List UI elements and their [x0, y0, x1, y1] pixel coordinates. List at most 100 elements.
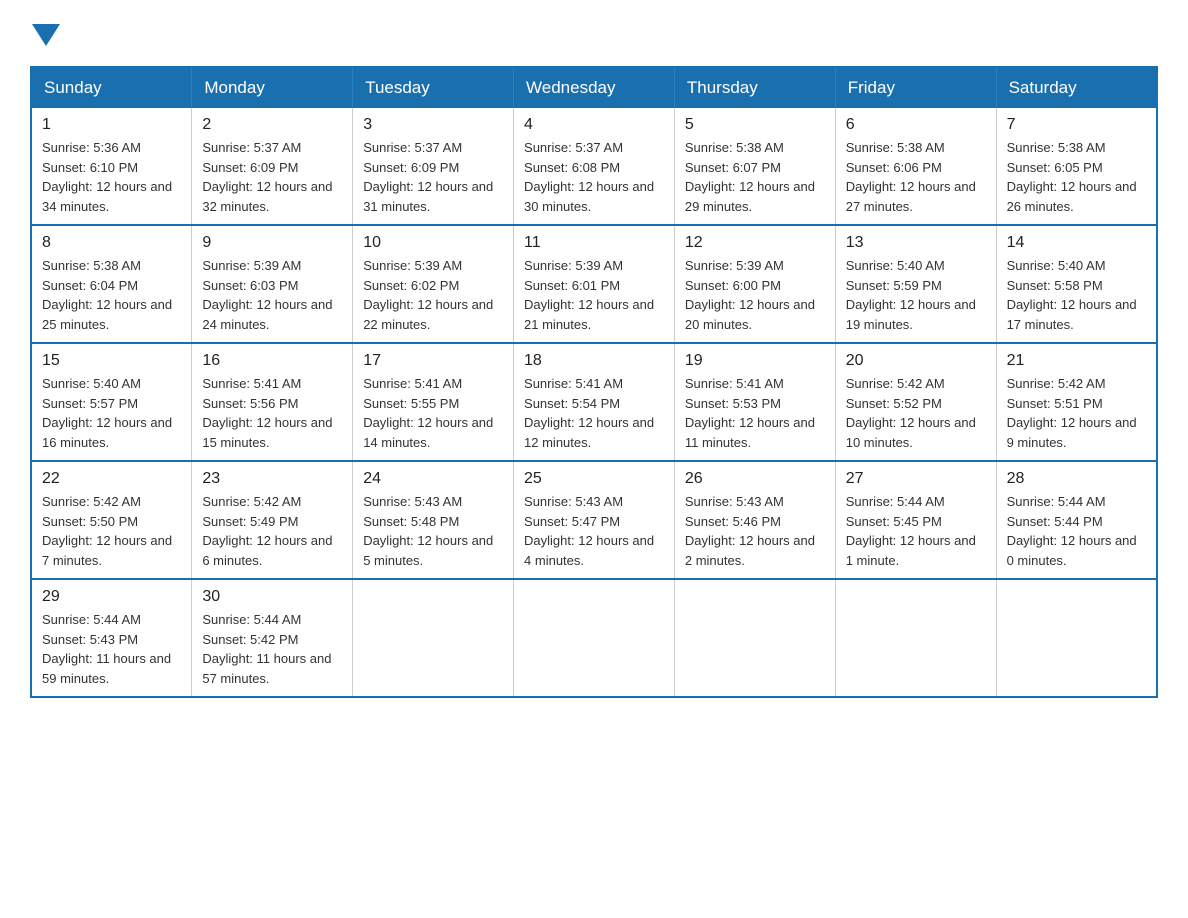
day-number: 10 — [363, 234, 503, 252]
day-number: 15 — [42, 352, 181, 370]
header-thursday: Thursday — [674, 67, 835, 108]
calendar-cell: 25 Sunrise: 5:43 AM Sunset: 5:47 PM Dayl… — [514, 461, 675, 579]
calendar-cell: 3 Sunrise: 5:37 AM Sunset: 6:09 PM Dayli… — [353, 108, 514, 225]
day-info: Sunrise: 5:44 AM Sunset: 5:45 PM Dayligh… — [846, 492, 986, 570]
day-number: 25 — [524, 470, 664, 488]
day-info: Sunrise: 5:42 AM Sunset: 5:50 PM Dayligh… — [42, 492, 181, 570]
calendar-cell — [353, 579, 514, 697]
header-sunday: Sunday — [31, 67, 192, 108]
calendar-cell: 2 Sunrise: 5:37 AM Sunset: 6:09 PM Dayli… — [192, 108, 353, 225]
day-number: 27 — [846, 470, 986, 488]
day-number: 5 — [685, 116, 825, 134]
day-info: Sunrise: 5:42 AM Sunset: 5:51 PM Dayligh… — [1007, 374, 1146, 452]
day-info: Sunrise: 5:44 AM Sunset: 5:43 PM Dayligh… — [42, 610, 181, 688]
header-monday: Monday — [192, 67, 353, 108]
day-info: Sunrise: 5:42 AM Sunset: 5:49 PM Dayligh… — [202, 492, 342, 570]
day-number: 30 — [202, 588, 342, 606]
calendar-table: SundayMondayTuesdayWednesdayThursdayFrid… — [30, 66, 1158, 698]
day-number: 7 — [1007, 116, 1146, 134]
day-info: Sunrise: 5:40 AM Sunset: 5:57 PM Dayligh… — [42, 374, 181, 452]
calendar-cell: 18 Sunrise: 5:41 AM Sunset: 5:54 PM Dayl… — [514, 343, 675, 461]
calendar-cell: 30 Sunrise: 5:44 AM Sunset: 5:42 PM Dayl… — [192, 579, 353, 697]
day-number: 4 — [524, 116, 664, 134]
calendar-cell: 15 Sunrise: 5:40 AM Sunset: 5:57 PM Dayl… — [31, 343, 192, 461]
calendar-cell: 19 Sunrise: 5:41 AM Sunset: 5:53 PM Dayl… — [674, 343, 835, 461]
day-info: Sunrise: 5:39 AM Sunset: 6:02 PM Dayligh… — [363, 256, 503, 334]
day-info: Sunrise: 5:39 AM Sunset: 6:00 PM Dayligh… — [685, 256, 825, 334]
day-info: Sunrise: 5:39 AM Sunset: 6:01 PM Dayligh… — [524, 256, 664, 334]
calendar-cell: 22 Sunrise: 5:42 AM Sunset: 5:50 PM Dayl… — [31, 461, 192, 579]
day-info: Sunrise: 5:40 AM Sunset: 5:59 PM Dayligh… — [846, 256, 986, 334]
week-row-3: 15 Sunrise: 5:40 AM Sunset: 5:57 PM Dayl… — [31, 343, 1157, 461]
day-info: Sunrise: 5:38 AM Sunset: 6:07 PM Dayligh… — [685, 138, 825, 216]
day-info: Sunrise: 5:42 AM Sunset: 5:52 PM Dayligh… — [846, 374, 986, 452]
day-number: 12 — [685, 234, 825, 252]
day-number: 20 — [846, 352, 986, 370]
day-number: 9 — [202, 234, 342, 252]
day-info: Sunrise: 5:43 AM Sunset: 5:47 PM Dayligh… — [524, 492, 664, 570]
calendar-cell: 13 Sunrise: 5:40 AM Sunset: 5:59 PM Dayl… — [835, 225, 996, 343]
calendar-cell: 4 Sunrise: 5:37 AM Sunset: 6:08 PM Dayli… — [514, 108, 675, 225]
header-saturday: Saturday — [996, 67, 1157, 108]
week-row-2: 8 Sunrise: 5:38 AM Sunset: 6:04 PM Dayli… — [31, 225, 1157, 343]
calendar-cell: 5 Sunrise: 5:38 AM Sunset: 6:07 PM Dayli… — [674, 108, 835, 225]
calendar-cell: 6 Sunrise: 5:38 AM Sunset: 6:06 PM Dayli… — [835, 108, 996, 225]
logo-triangle-icon — [32, 24, 60, 46]
day-number: 11 — [524, 234, 664, 252]
day-info: Sunrise: 5:44 AM Sunset: 5:44 PM Dayligh… — [1007, 492, 1146, 570]
day-number: 13 — [846, 234, 986, 252]
week-row-1: 1 Sunrise: 5:36 AM Sunset: 6:10 PM Dayli… — [31, 108, 1157, 225]
day-number: 18 — [524, 352, 664, 370]
day-number: 26 — [685, 470, 825, 488]
logo — [30, 20, 60, 46]
calendar-cell: 28 Sunrise: 5:44 AM Sunset: 5:44 PM Dayl… — [996, 461, 1157, 579]
header-tuesday: Tuesday — [353, 67, 514, 108]
calendar-cell: 9 Sunrise: 5:39 AM Sunset: 6:03 PM Dayli… — [192, 225, 353, 343]
calendar-cell: 24 Sunrise: 5:43 AM Sunset: 5:48 PM Dayl… — [353, 461, 514, 579]
day-number: 17 — [363, 352, 503, 370]
day-info: Sunrise: 5:41 AM Sunset: 5:56 PM Dayligh… — [202, 374, 342, 452]
day-info: Sunrise: 5:44 AM Sunset: 5:42 PM Dayligh… — [202, 610, 342, 688]
day-info: Sunrise: 5:40 AM Sunset: 5:58 PM Dayligh… — [1007, 256, 1146, 334]
day-number: 24 — [363, 470, 503, 488]
day-number: 6 — [846, 116, 986, 134]
header-friday: Friday — [835, 67, 996, 108]
calendar-cell: 12 Sunrise: 5:39 AM Sunset: 6:00 PM Dayl… — [674, 225, 835, 343]
week-row-5: 29 Sunrise: 5:44 AM Sunset: 5:43 PM Dayl… — [31, 579, 1157, 697]
day-number: 21 — [1007, 352, 1146, 370]
day-number: 23 — [202, 470, 342, 488]
day-info: Sunrise: 5:36 AM Sunset: 6:10 PM Dayligh… — [42, 138, 181, 216]
header-wednesday: Wednesday — [514, 67, 675, 108]
day-number: 28 — [1007, 470, 1146, 488]
calendar-cell: 27 Sunrise: 5:44 AM Sunset: 5:45 PM Dayl… — [835, 461, 996, 579]
day-info: Sunrise: 5:37 AM Sunset: 6:09 PM Dayligh… — [202, 138, 342, 216]
calendar-cell: 21 Sunrise: 5:42 AM Sunset: 5:51 PM Dayl… — [996, 343, 1157, 461]
calendar-cell: 26 Sunrise: 5:43 AM Sunset: 5:46 PM Dayl… — [674, 461, 835, 579]
day-number: 19 — [685, 352, 825, 370]
day-number: 2 — [202, 116, 342, 134]
calendar-cell: 8 Sunrise: 5:38 AM Sunset: 6:04 PM Dayli… — [31, 225, 192, 343]
day-number: 29 — [42, 588, 181, 606]
calendar-cell: 16 Sunrise: 5:41 AM Sunset: 5:56 PM Dayl… — [192, 343, 353, 461]
day-info: Sunrise: 5:39 AM Sunset: 6:03 PM Dayligh… — [202, 256, 342, 334]
day-info: Sunrise: 5:43 AM Sunset: 5:48 PM Dayligh… — [363, 492, 503, 570]
calendar-cell: 20 Sunrise: 5:42 AM Sunset: 5:52 PM Dayl… — [835, 343, 996, 461]
day-number: 3 — [363, 116, 503, 134]
calendar-cell — [514, 579, 675, 697]
day-info: Sunrise: 5:38 AM Sunset: 6:05 PM Dayligh… — [1007, 138, 1146, 216]
calendar-cell — [996, 579, 1157, 697]
day-number: 14 — [1007, 234, 1146, 252]
calendar-cell — [835, 579, 996, 697]
calendar-cell: 1 Sunrise: 5:36 AM Sunset: 6:10 PM Dayli… — [31, 108, 192, 225]
page-header — [30, 20, 1158, 46]
calendar-header-row: SundayMondayTuesdayWednesdayThursdayFrid… — [31, 67, 1157, 108]
day-number: 22 — [42, 470, 181, 488]
calendar-cell: 29 Sunrise: 5:44 AM Sunset: 5:43 PM Dayl… — [31, 579, 192, 697]
day-info: Sunrise: 5:37 AM Sunset: 6:09 PM Dayligh… — [363, 138, 503, 216]
day-info: Sunrise: 5:38 AM Sunset: 6:06 PM Dayligh… — [846, 138, 986, 216]
day-info: Sunrise: 5:41 AM Sunset: 5:54 PM Dayligh… — [524, 374, 664, 452]
day-info: Sunrise: 5:37 AM Sunset: 6:08 PM Dayligh… — [524, 138, 664, 216]
day-info: Sunrise: 5:38 AM Sunset: 6:04 PM Dayligh… — [42, 256, 181, 334]
calendar-cell: 17 Sunrise: 5:41 AM Sunset: 5:55 PM Dayl… — [353, 343, 514, 461]
day-number: 8 — [42, 234, 181, 252]
